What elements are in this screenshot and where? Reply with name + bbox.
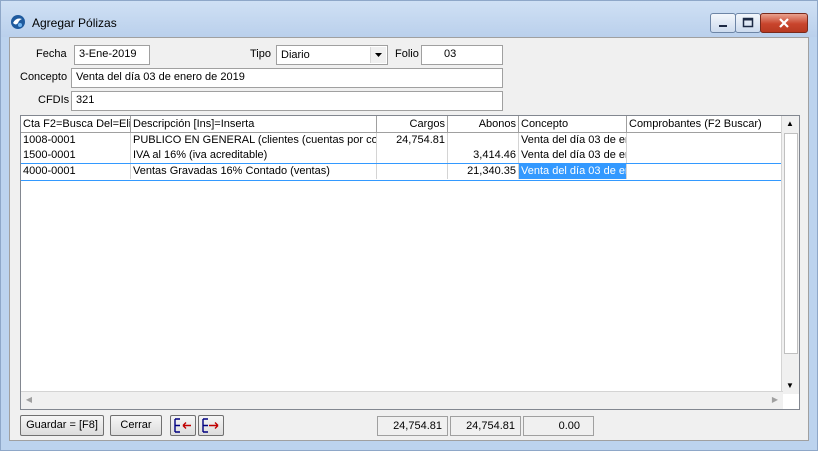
- scroll-up-arrow-icon[interactable]: ▲: [782, 116, 798, 132]
- cell-comprobantes[interactable]: [627, 164, 783, 179]
- column-header-cargos[interactable]: Cargos: [377, 116, 448, 132]
- tipo-value: Diario: [281, 49, 310, 61]
- polizas-grid[interactable]: Cta F2=Busca Del=Elimina Descripción [In…: [20, 115, 800, 410]
- maximize-icon: [742, 17, 754, 28]
- window-title: Agregar Pólizas: [32, 16, 117, 30]
- cell-cargos[interactable]: [377, 164, 448, 179]
- minimize-button[interactable]: [710, 13, 736, 33]
- delete-row-icon: [202, 418, 219, 433]
- globe-icon: [11, 15, 25, 29]
- cell-concepto-selected[interactable]: Venta del día 03 de enero de 2019: [519, 164, 627, 179]
- cell-comprobantes[interactable]: [627, 148, 783, 163]
- cell-concepto[interactable]: Venta del día 03 de enero de 2019: [519, 148, 627, 163]
- horizontal-scrollbar[interactable]: ◀ ▶: [21, 391, 783, 409]
- guardar-button[interactable]: Guardar = [F8]: [20, 415, 104, 436]
- cell-comprobantes[interactable]: [627, 133, 783, 148]
- chevron-down-icon: [375, 53, 382, 57]
- fecha-label: Fecha: [36, 48, 67, 60]
- form-panel: Fecha 3-Ene-2019 Tipo Diario Folio 03 Co…: [9, 37, 809, 441]
- folio-label: Folio: [395, 48, 419, 60]
- total-cargos: 24,754.81: [377, 416, 448, 436]
- cell-cuenta[interactable]: 1008-0001: [21, 133, 131, 148]
- column-header-abonos[interactable]: Abonos: [448, 116, 519, 132]
- column-header-cuenta[interactable]: Cta F2=Busca Del=Elimina: [21, 116, 131, 132]
- concepto-label: Concepto: [20, 71, 68, 83]
- cell-cuenta[interactable]: 1500-0001: [21, 148, 131, 163]
- scroll-right-arrow-icon[interactable]: ▶: [767, 392, 783, 408]
- table-row[interactable]: 1500-0001 IVA al 16% (iva acreditable) 3…: [21, 148, 783, 163]
- folio-input[interactable]: 03: [421, 45, 503, 65]
- cerrar-button[interactable]: Cerrar: [110, 415, 162, 436]
- delete-row-button[interactable]: [198, 415, 224, 436]
- cell-descripcion[interactable]: IVA al 16% (iva acreditable): [131, 148, 377, 163]
- concepto-input[interactable]: Venta del día 03 de enero de 2019: [71, 68, 503, 88]
- grid-header: Cta F2=Busca Del=Elimina Descripción [In…: [21, 116, 783, 133]
- main-window: Agregar Pólizas Fecha 3-Ene-2019 Tipo Di…: [0, 0, 818, 451]
- close-icon: [779, 18, 789, 28]
- dropdown-button[interactable]: [370, 47, 386, 63]
- column-header-descripcion[interactable]: Descripción [Ins]=Inserta: [131, 116, 377, 132]
- total-abonos: 24,754.81: [450, 416, 521, 436]
- vertical-scrollbar[interactable]: ▲ ▼: [781, 116, 799, 394]
- cfdis-label: CFDIs: [38, 94, 70, 106]
- cell-cargos[interactable]: [377, 148, 448, 163]
- insert-row-button[interactable]: [170, 415, 196, 436]
- title-bar[interactable]: Agregar Pólizas: [1, 1, 817, 37]
- maximize-button[interactable]: [735, 13, 761, 33]
- total-diferencia: 0.00: [523, 416, 594, 436]
- insert-row-icon: [174, 418, 191, 433]
- cell-descripcion[interactable]: PUBLICO EN GENERAL (clientes (cuentas po…: [131, 133, 377, 148]
- close-button[interactable]: [760, 13, 808, 33]
- cfdis-input[interactable]: 321: [71, 91, 503, 111]
- cell-descripcion[interactable]: Ventas Gravadas 16% Contado (ventas): [131, 164, 377, 179]
- tipo-select[interactable]: Diario: [276, 45, 388, 65]
- column-header-comprobantes[interactable]: Comprobantes (F2 Buscar): [627, 116, 783, 132]
- cell-abonos[interactable]: [448, 133, 519, 148]
- scroll-left-arrow-icon[interactable]: ◀: [21, 392, 37, 408]
- caption-buttons: [710, 13, 809, 33]
- cell-cuenta[interactable]: 4000-0001: [21, 164, 131, 179]
- cell-cargos[interactable]: 24,754.81: [377, 133, 448, 148]
- cell-concepto[interactable]: Venta del día 03 de enero de 2019: [519, 133, 627, 148]
- scroll-thumb[interactable]: [784, 133, 798, 354]
- table-row-selected[interactable]: 4000-0001 Ventas Gravadas 16% Contado (v…: [21, 163, 783, 181]
- cell-abonos[interactable]: 21,340.35: [448, 164, 519, 179]
- cell-abonos[interactable]: 3,414.46: [448, 148, 519, 163]
- scroll-down-arrow-icon[interactable]: ▼: [782, 378, 798, 394]
- minimize-icon: [719, 25, 727, 27]
- tipo-label: Tipo: [250, 48, 271, 60]
- table-row[interactable]: 1008-0001 PUBLICO EN GENERAL (clientes (…: [21, 133, 783, 148]
- column-header-concepto[interactable]: Concepto: [519, 116, 627, 132]
- fecha-input[interactable]: 3-Ene-2019: [74, 45, 150, 65]
